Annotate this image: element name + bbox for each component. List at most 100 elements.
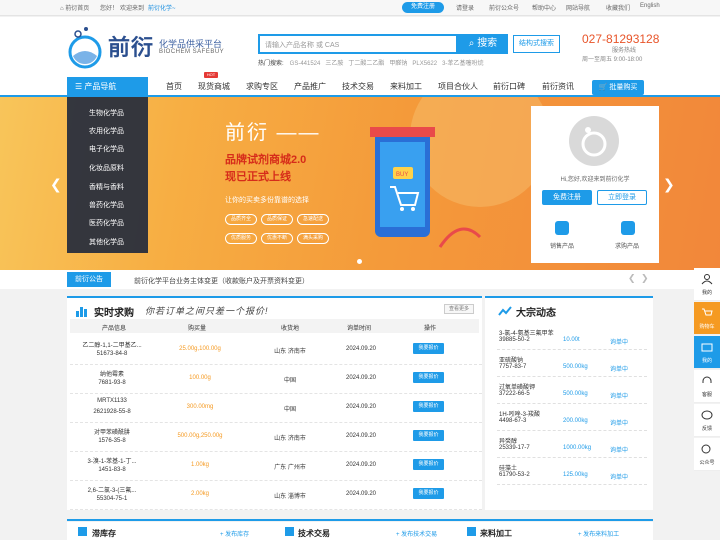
quote-button[interactable]: 我要报价 <box>413 459 444 470</box>
category-item[interactable]: 农用化学品 <box>89 126 124 136</box>
process-title: 来料加工 <box>480 529 512 538</box>
nav-partner[interactable]: 项目合伙人 <box>438 81 478 92</box>
wechat-link[interactable]: 前衍公众号 <box>489 3 519 12</box>
delivery-location: 山东 济南市 <box>274 349 306 355</box>
category-item[interactable]: 医药化学品 <box>89 218 124 228</box>
category-item[interactable]: 其他化学品 <box>89 237 124 247</box>
sell-label[interactable]: 销售产品 <box>550 241 574 250</box>
bulk-product-name[interactable]: 过氧单磺酸钾 <box>499 382 535 391</box>
nav-news[interactable]: 前衍资讯 <box>542 81 574 92</box>
bulk-product-name[interactable]: 异癸醇 <box>499 436 517 445</box>
structure-search-button[interactable]: 结构式搜索 <box>513 35 560 53</box>
quote-button[interactable]: 我要报价 <box>413 343 444 354</box>
logo-flask-icon[interactable] <box>64 24 106 70</box>
banner-prev-arrow-icon[interactable]: ❮ <box>50 176 62 193</box>
nav-processing[interactable]: 来料加工 <box>390 81 422 92</box>
inquiry-date: 2024.09.20 <box>345 433 377 439</box>
sidebar-feedback[interactable]: 反馈 <box>694 404 720 437</box>
banner-headline-2: 现已正式上线 <box>225 171 291 183</box>
bulk-product-cas: 61790-53-2 <box>499 472 530 478</box>
card-register-button[interactable]: 免费注册 <box>542 190 592 205</box>
nav-home[interactable]: 首页 <box>166 81 182 92</box>
sell-icon[interactable] <box>555 221 569 235</box>
category-menu: 生物化学品 农用化学品 电子化学品 化妆品原料 香精与香料 兽药化学品 医药化学… <box>67 97 148 253</box>
sitemap-link[interactable]: 网站导航 <box>566 3 590 12</box>
bulk-product-name[interactable]: 亚硫酸钠 <box>499 355 523 364</box>
quote-button[interactable]: 我要报价 <box>413 488 444 499</box>
delivery-location: 山东 淄博市 <box>274 494 306 500</box>
product-name[interactable]: MRTX1133 <box>72 398 152 404</box>
hot-word[interactable]: 3-苯乙基噻吩烷 <box>442 61 483 67</box>
process-icon <box>467 527 476 536</box>
search-input[interactable]: 请输入产品名称 或 CAS <box>258 34 458 54</box>
product-name[interactable]: 2,6-二氯-3-(三氟... <box>72 485 152 494</box>
bulk-product-cas: 37222-66-5 <box>499 391 530 397</box>
category-item[interactable]: 香精与香料 <box>89 182 124 192</box>
publish-process-link[interactable]: + 发布来料加工 <box>578 529 619 538</box>
sidebar-my[interactable]: 我的 <box>694 268 720 301</box>
category-item[interactable]: 生物化学品 <box>89 108 124 118</box>
product-name[interactable]: 对甲苯磺酰肼 <box>72 427 152 436</box>
card-login-button[interactable]: 立即登录 <box>597 190 647 205</box>
bulk-buy-button[interactable]: 🛒 批量购买 <box>592 80 644 95</box>
bulk-product-name[interactable]: 1H-吲唑-3-羧酸 <box>499 409 540 418</box>
quote-button[interactable]: 我要报价 <box>413 401 444 412</box>
bulk-qty: 500.00kg <box>563 364 588 370</box>
product-name[interactable]: 3-溴-1-苯基-1-丁... <box>72 456 152 465</box>
nav-tech-trade[interactable]: 技术交易 <box>342 81 374 92</box>
nav-promotion[interactable]: 产品推广 <box>294 81 326 92</box>
publish-stock-link[interactable]: + 发布库存 <box>220 529 249 538</box>
hot-word[interactable]: 丁二酸二乙酯 <box>348 61 384 67</box>
hot-word[interactable]: 三乙胺 <box>325 61 343 67</box>
logo-name[interactable]: 前衍 <box>108 30 154 62</box>
notice-text[interactable]: 前衍化学平台业务主体变更（收款账户及开票资料变更） <box>134 276 309 286</box>
buy-icon[interactable] <box>621 221 635 235</box>
delivery-location: 山东 济南市 <box>274 436 306 442</box>
bulk-divider <box>497 484 647 485</box>
english-link[interactable]: English <box>640 3 660 9</box>
product-cas: 55304-75-1 <box>96 496 128 502</box>
hot-word[interactable]: PLX5622 <box>412 61 437 67</box>
sidebar-wechat[interactable]: 公众号 <box>694 438 720 471</box>
category-item[interactable]: 化妆品原料 <box>89 163 124 173</box>
publish-tech-link[interactable]: + 发布技术交易 <box>396 529 437 538</box>
product-cas: 1576-35-8 <box>98 438 126 444</box>
search-button[interactable]: ⌕ 搜索 <box>458 34 508 54</box>
purchase-chart-icon <box>76 307 87 317</box>
headset-icon <box>702 376 712 383</box>
notice-prev-icon[interactable]: ❮ <box>628 273 636 284</box>
notice-next-icon[interactable]: ❯ <box>641 273 649 284</box>
col-header: 产品信息 <box>101 326 126 332</box>
help-link[interactable]: 帮助中心 <box>532 3 556 12</box>
sidebar-mine[interactable]: 我的 <box>694 336 720 369</box>
nav-purchase[interactable]: 求购专区 <box>246 81 278 92</box>
sidebar-cart[interactable]: 购物车 <box>694 302 720 335</box>
category-nav-head[interactable]: ☰ 产品导航 <box>67 77 148 97</box>
nav-reputation[interactable]: 前衍口碑 <box>493 81 525 92</box>
quote-button[interactable]: 我要报价 <box>413 372 444 383</box>
hot-word[interactable]: 甲醛钠 <box>389 61 407 67</box>
product-cas: 7681-93-8 <box>98 380 126 386</box>
category-item[interactable]: 兽药化学品 <box>89 200 124 210</box>
top-register-button[interactable]: 免费注册 <box>402 2 444 13</box>
banner-next-arrow-icon[interactable]: ❯ <box>663 176 675 193</box>
category-item[interactable]: 电子化学品 <box>89 144 124 154</box>
view-more-button[interactable]: 查看更多 <box>444 304 474 314</box>
hot-word[interactable]: GS-441524 <box>290 61 321 67</box>
product-name[interactable]: 纳他霉素 <box>72 369 152 378</box>
col-header: 收货地 <box>280 326 299 332</box>
sidebar-service[interactable]: 客服 <box>694 370 720 403</box>
quote-button[interactable]: 我要报价 <box>413 430 444 441</box>
stock-icon <box>78 527 87 536</box>
bulk-product-name[interactable]: 硅藻土 <box>499 463 517 472</box>
login-link[interactable]: 请登录 <box>456 3 474 12</box>
favorite-link[interactable]: 收藏我们 <box>606 3 630 12</box>
site-link[interactable]: 前衍化学~ <box>148 3 176 12</box>
nav-mall[interactable]: 现货商城 <box>198 81 230 92</box>
tech-title: 技术交易 <box>298 529 330 538</box>
home-link[interactable]: ⌂ 前衍首页 <box>60 3 89 12</box>
bulk-product-name[interactable]: 3-氯-4-氨基三氟甲苯 <box>499 328 554 337</box>
banner-dot[interactable] <box>357 259 362 264</box>
buy-label[interactable]: 求购产品 <box>615 241 639 250</box>
product-name[interactable]: 乙二醇-1,1-二甲基乙... <box>72 340 152 349</box>
